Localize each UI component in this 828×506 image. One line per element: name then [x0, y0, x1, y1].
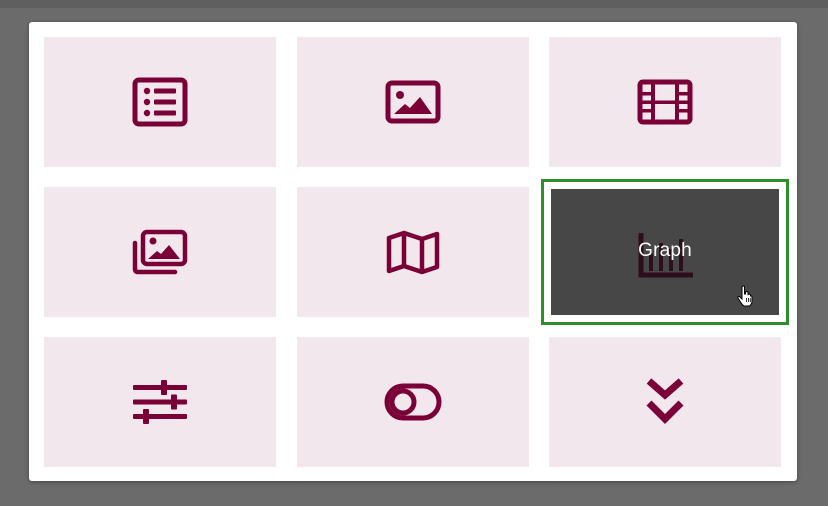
tile-label-graph: Graph: [638, 240, 692, 261]
tile-sliders[interactable]: [44, 337, 276, 467]
tile-gallery[interactable]: [44, 187, 276, 317]
list-icon: [132, 77, 188, 127]
tile-map[interactable]: [297, 187, 529, 317]
window-top-strip: [0, 0, 828, 8]
toggle-icon: [384, 383, 442, 421]
tile-film[interactable]: [549, 37, 781, 167]
film-icon: [637, 79, 693, 125]
gallery-icon: [131, 229, 189, 275]
double-chevron-down-icon: [643, 377, 687, 427]
tile-expand[interactable]: [549, 337, 781, 467]
image-icon: [385, 80, 441, 124]
tile-toggle[interactable]: [297, 337, 529, 467]
tile-image[interactable]: [297, 37, 529, 167]
block-picker-panel: Graph: [29, 22, 797, 481]
hand-cursor-icon: [737, 285, 753, 307]
sliders-icon: [131, 378, 189, 426]
map-icon: [385, 229, 441, 275]
tile-graph[interactable]: Graph: [541, 179, 789, 325]
tile-list[interactable]: [44, 37, 276, 167]
